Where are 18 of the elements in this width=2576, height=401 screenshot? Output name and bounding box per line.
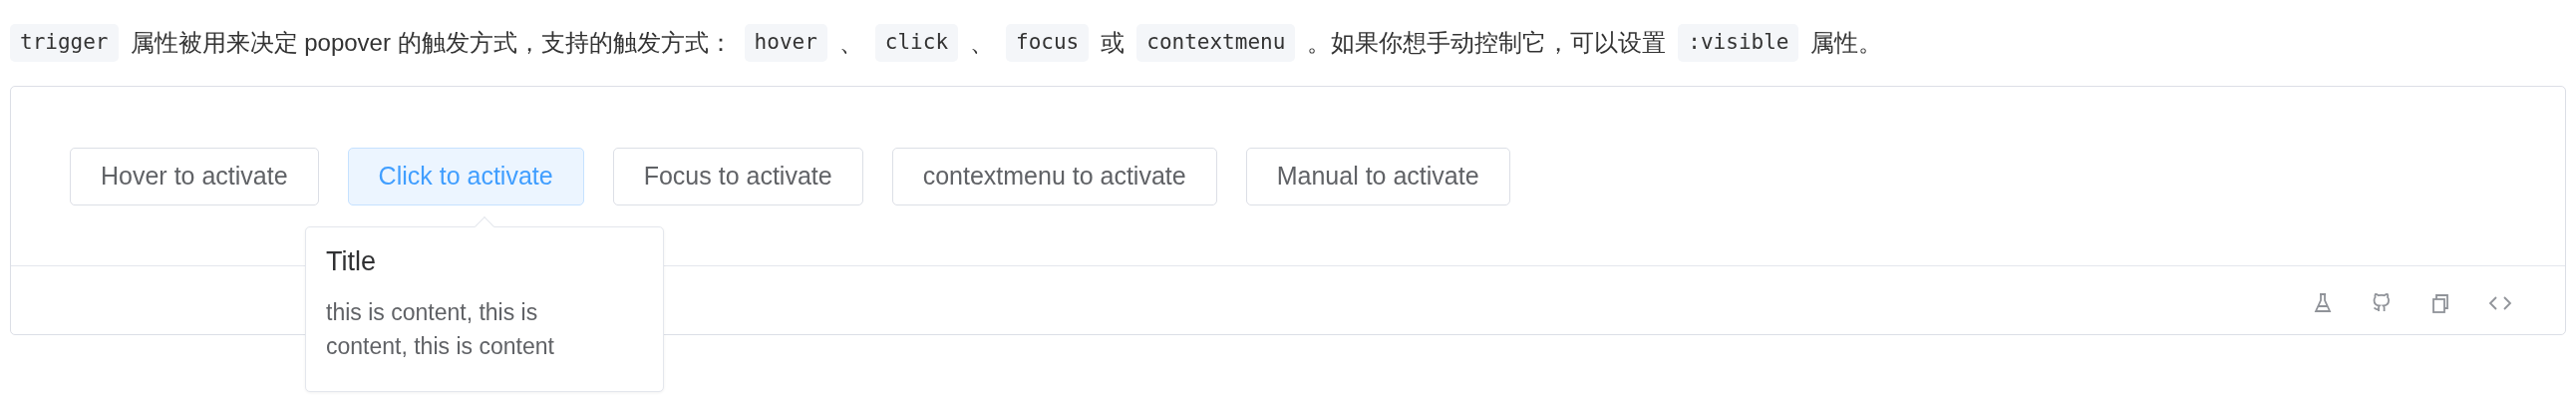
description-text: 、 <box>838 28 863 58</box>
description-text: 属性被用来决定 popover 的触发方式，支持的触发方式： <box>130 28 733 58</box>
description-text: 属性。 <box>1810 28 1883 58</box>
trigger-button[interactable]: Manual to activate <box>1245 147 1510 205</box>
inline-code: contextmenu <box>1136 24 1296 62</box>
inline-code: trigger <box>10 24 119 62</box>
trigger-button[interactable]: contextmenu to activate <box>891 147 1217 205</box>
inline-code: :visible <box>1678 24 1799 62</box>
description-text: 或 <box>1101 28 1126 58</box>
inline-code: click <box>874 24 959 62</box>
description-text: 、 <box>970 28 995 58</box>
inline-code: hover <box>744 24 827 62</box>
description-text: 。如果你想手动控制它，可以设置 <box>1307 28 1667 58</box>
inline-code: focus <box>1006 24 1090 62</box>
popover-content: this is content, this is content, this is content <box>326 298 555 361</box>
trigger-button[interactable]: Hover to activate <box>70 147 319 205</box>
popover-title: Title <box>326 245 377 278</box>
trigger-button[interactable]: Focus to activate <box>612 147 863 205</box>
